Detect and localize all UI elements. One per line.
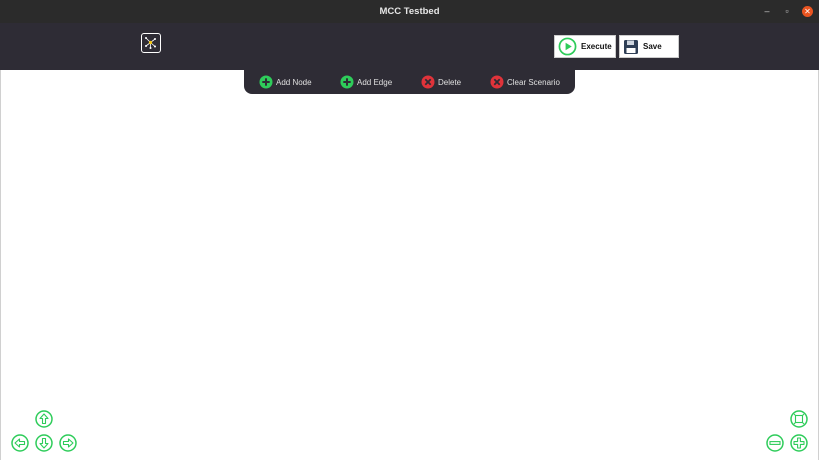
x-circle-icon bbox=[490, 75, 504, 89]
plus-circle-icon bbox=[340, 75, 354, 89]
pan-left-button[interactable] bbox=[11, 434, 29, 452]
fit-view-button[interactable] bbox=[790, 410, 808, 428]
arrow-left-icon bbox=[11, 434, 29, 452]
maximize-button[interactable]: ▫ bbox=[780, 0, 794, 23]
play-icon bbox=[558, 37, 577, 56]
x-circle-icon bbox=[421, 75, 435, 89]
plus-circle-icon bbox=[259, 75, 273, 89]
pan-right-button[interactable] bbox=[59, 434, 77, 452]
execute-button[interactable]: Execute bbox=[554, 35, 616, 58]
fit-to-screen-icon bbox=[790, 410, 808, 428]
floppy-disk-icon bbox=[624, 39, 638, 54]
save-button[interactable]: Save bbox=[619, 35, 679, 58]
clear-scenario-label: Clear Scenario bbox=[507, 77, 560, 87]
graph-network-icon bbox=[141, 33, 161, 53]
plus-circle-icon bbox=[790, 434, 808, 452]
arrow-right-icon bbox=[59, 434, 77, 452]
pan-up-button[interactable] bbox=[35, 410, 53, 428]
minus-circle-icon bbox=[766, 434, 784, 452]
pan-down-button[interactable] bbox=[35, 434, 53, 452]
edit-menu-bar: Add Node Add Edge Delete Clear Scenario bbox=[244, 70, 575, 94]
close-button[interactable]: ✕ bbox=[802, 6, 813, 17]
zoom-out-button[interactable] bbox=[766, 434, 784, 452]
arrow-up-icon bbox=[35, 410, 53, 428]
delete-button[interactable]: Delete bbox=[421, 75, 461, 89]
window-title: MCC Testbed bbox=[379, 6, 440, 17]
execute-label: Execute bbox=[581, 42, 612, 51]
clear-scenario-button[interactable]: Clear Scenario bbox=[490, 75, 560, 89]
graph-canvas[interactable] bbox=[0, 70, 819, 460]
save-label: Save bbox=[643, 42, 662, 51]
add-node-label: Add Node bbox=[276, 77, 312, 87]
add-edge-label: Add Edge bbox=[357, 77, 393, 87]
window-titlebar: MCC Testbed – ▫ ✕ bbox=[0, 0, 819, 23]
main-toolbar: Execute Save bbox=[0, 23, 819, 70]
arrow-down-icon bbox=[35, 434, 53, 452]
add-edge-button[interactable]: Add Edge bbox=[340, 75, 392, 89]
zoom-in-button[interactable] bbox=[790, 434, 808, 452]
minimize-button[interactable]: – bbox=[760, 0, 774, 23]
delete-label: Delete bbox=[438, 77, 462, 87]
add-node-button[interactable]: Add Node bbox=[259, 75, 312, 89]
